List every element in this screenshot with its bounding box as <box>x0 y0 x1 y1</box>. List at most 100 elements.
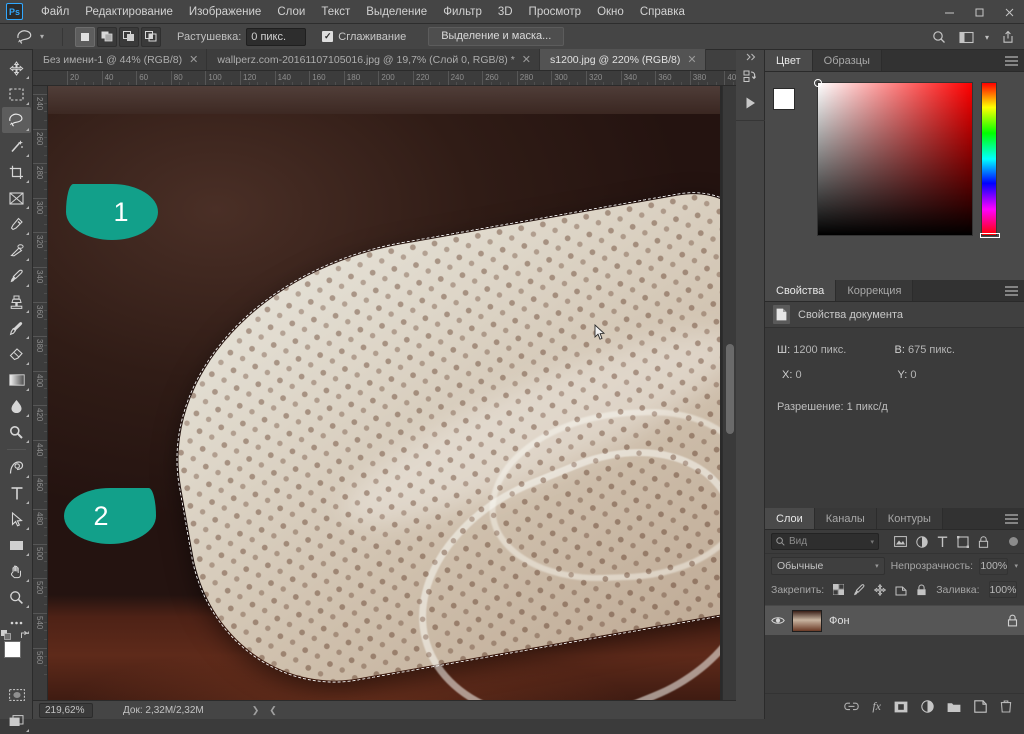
quick-mask-tool[interactable] <box>2 682 31 708</box>
layer-mask-icon[interactable] <box>894 701 908 713</box>
default-colors-icon[interactable] <box>1 630 11 640</box>
tab-paths[interactable]: Контуры <box>876 508 943 529</box>
scrollbar-thumb[interactable] <box>726 344 734 434</box>
close-button[interactable] <box>994 0 1024 24</box>
rectangular-marquee-tool[interactable] <box>2 81 31 107</box>
healing-brush-tool[interactable] <box>2 237 31 263</box>
menu-window[interactable]: Окно <box>589 3 632 21</box>
pixel-filter-icon[interactable] <box>894 535 907 548</box>
color-field-picker[interactable] <box>814 79 973 236</box>
gradient-tool[interactable] <box>2 367 31 393</box>
document-tab-3[interactable]: s1200.jpg @ 220% (RGB/8) ✕ <box>540 49 706 70</box>
layer-name[interactable]: Фон <box>829 615 850 627</box>
canvas-vertical-scrollbar[interactable] <box>722 86 736 705</box>
menu-edit[interactable]: Редактирование <box>77 3 181 21</box>
share-icon[interactable] <box>996 26 1020 48</box>
opacity-chevron-icon[interactable]: ▾ <box>1014 562 1018 570</box>
swap-colors-icon[interactable] <box>20 630 30 640</box>
new-selection-button[interactable] <box>75 26 96 47</box>
foreground-color-swatch[interactable] <box>4 641 21 658</box>
menu-select[interactable]: Выделение <box>358 3 435 21</box>
tab-swatches[interactable]: Образцы <box>812 50 882 71</box>
vertical-ruler[interactable]: 240 260 280 300 320 340 360 380 400 420 440 460 480 5… <box>33 86 48 705</box>
workspace-icon[interactable] <box>954 26 978 48</box>
panel-menu-icon[interactable] <box>1005 50 1018 72</box>
pen-tool[interactable] <box>2 454 31 480</box>
lock-all-icon[interactable] <box>916 583 927 596</box>
dodge-tool[interactable] <box>2 419 31 445</box>
search-icon[interactable] <box>927 26 951 48</box>
status-expand-icon[interactable]: ❯ <box>252 705 260 716</box>
tool-preset-chevron-icon[interactable]: ▾ <box>40 32 44 41</box>
delete-layer-icon[interactable] <box>1000 700 1012 713</box>
close-tab-icon[interactable]: ✕ <box>687 53 696 66</box>
canvas-area[interactable]: 1 2 <box>48 86 736 705</box>
opacity-value[interactable]: 100% <box>979 557 1009 575</box>
color-panel-foreground-swatch[interactable] <box>773 88 795 110</box>
antialias-checkbox[interactable]: ✓ <box>322 31 334 42</box>
maximize-button[interactable] <box>964 0 994 24</box>
lock-transparent-icon[interactable] <box>833 584 845 595</box>
layer-row-background[interactable]: Фон <box>765 605 1024 635</box>
rectangle-tool[interactable] <box>2 532 31 558</box>
panel-menu-icon[interactable] <box>1005 508 1018 530</box>
expand-panels-icon[interactable] <box>736 50 765 64</box>
zoom-level-field[interactable]: 219,62% <box>39 702 93 718</box>
frame-tool[interactable] <box>2 185 31 211</box>
tab-adjustments[interactable]: Коррекция <box>836 280 914 301</box>
fill-value[interactable]: 100% <box>988 581 1018 598</box>
chevron-down-icon[interactable]: ▾ <box>875 562 879 570</box>
filter-toggle-switch[interactable] <box>1009 537 1018 546</box>
play-icon[interactable] <box>736 90 765 116</box>
menu-view[interactable]: Просмотр <box>521 3 590 21</box>
zoom-tool[interactable] <box>2 584 31 610</box>
lasso-icon[interactable] <box>12 25 38 49</box>
screen-mode-tool[interactable] <box>2 708 31 734</box>
history-brush-tool[interactable] <box>2 315 31 341</box>
panel-menu-icon[interactable] <box>1005 280 1018 302</box>
tab-properties[interactable]: Свойства <box>765 280 837 301</box>
clone-stamp-tool[interactable] <box>2 289 31 315</box>
select-and-mask-button[interactable]: Выделение и маска... <box>428 27 565 46</box>
close-tab-icon[interactable]: ✕ <box>522 53 531 66</box>
lock-artboard-icon[interactable] <box>895 584 907 596</box>
type-filter-icon[interactable] <box>937 536 948 548</box>
chevron-down-icon[interactable]: ▾ <box>981 26 993 48</box>
new-layer-icon[interactable] <box>974 700 987 713</box>
blur-tool[interactable] <box>2 393 31 419</box>
blend-mode-select[interactable]: Обычные ▾ <box>771 557 885 575</box>
new-group-icon[interactable] <box>947 701 961 713</box>
status-collapse-icon[interactable]: ❮ <box>269 705 277 716</box>
hand-tool[interactable] <box>2 558 31 584</box>
adjustment-filter-icon[interactable] <box>916 535 928 548</box>
close-tab-icon[interactable]: ✕ <box>189 53 198 66</box>
lock-image-icon[interactable] <box>853 583 865 596</box>
menu-help[interactable]: Справка <box>632 3 693 21</box>
shape-filter-icon[interactable] <box>957 535 969 548</box>
brush-tool[interactable] <box>2 263 31 289</box>
hue-slider[interactable] <box>980 82 1000 238</box>
tab-layers[interactable]: Слои <box>765 508 815 529</box>
document-tab-1[interactable]: Без имени-1 @ 44% (RGB/8) ✕ <box>33 49 208 70</box>
layer-style-icon[interactable]: fx <box>872 699 881 714</box>
smart-object-filter-icon[interactable] <box>978 535 989 548</box>
layer-visibility-icon[interactable] <box>771 615 785 626</box>
document-tab-2[interactable]: wallperz.com-20161107105016.jpg @ 19,7% … <box>207 49 541 70</box>
crop-tool[interactable] <box>2 159 31 185</box>
layer-filter-select[interactable]: Вид ▾ <box>771 533 879 550</box>
menu-3d[interactable]: 3D <box>490 3 521 21</box>
subtract-from-selection-button[interactable] <box>119 26 140 47</box>
horizontal-ruler[interactable]: 20 40 60 80 100 120 140 160 180 200 220 240 260 280 30… <box>33 71 736 86</box>
path-selection-tool[interactable] <box>2 506 31 532</box>
tab-color[interactable]: Цвет <box>765 50 813 71</box>
feather-input[interactable]: 0 пикс. <box>246 27 307 46</box>
history-icon[interactable] <box>736 64 765 90</box>
menu-file[interactable]: Файл <box>33 3 77 21</box>
lasso-tool[interactable] <box>2 107 31 133</box>
minimize-button[interactable] <box>934 0 964 24</box>
menu-filter[interactable]: Фильтр <box>435 3 490 21</box>
link-layers-icon[interactable] <box>844 702 860 711</box>
move-tool[interactable] <box>2 55 31 81</box>
chevron-down-icon[interactable]: ▾ <box>870 538 874 546</box>
intersect-selection-button[interactable] <box>141 26 162 47</box>
